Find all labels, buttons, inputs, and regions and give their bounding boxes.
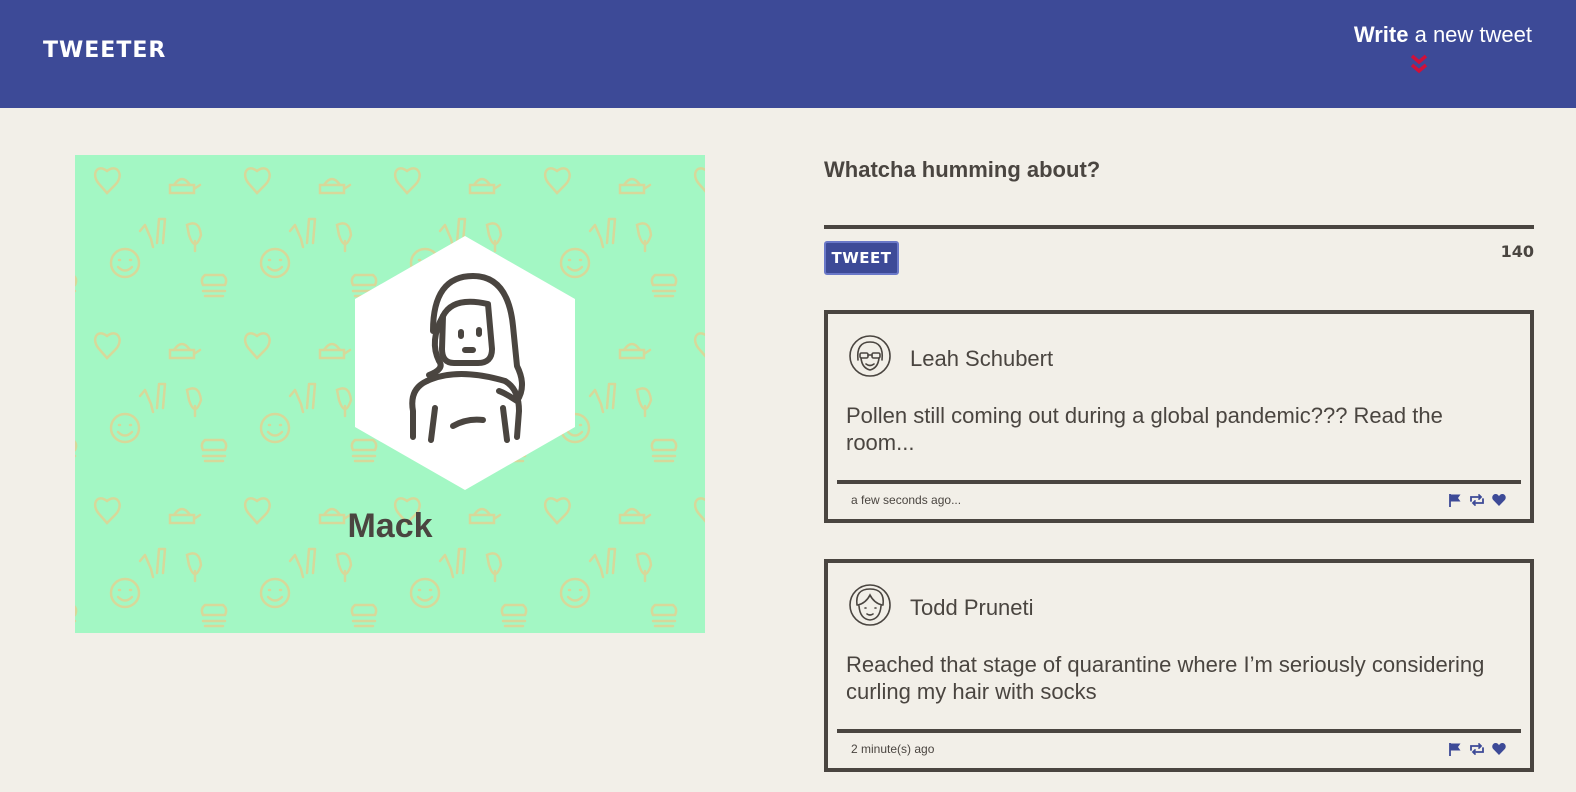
profile-avatar: [355, 236, 575, 490]
retweet-icon[interactable]: [1469, 741, 1485, 757]
navbar: TWEETER Write a new tweet: [0, 0, 1576, 108]
profile-card: Mack: [75, 155, 705, 633]
tweet-card: Todd Pruneti Reached that stage of quara…: [824, 559, 1534, 772]
tweet-body: Pollen still coming out during a global …: [846, 403, 1443, 455]
tweet-card: Leah Schubert Pollen still coming out du…: [824, 310, 1534, 523]
flag-icon[interactable]: [1447, 741, 1463, 757]
tweet-submit-button[interactable]: TWEET: [824, 241, 899, 275]
tweet-footer: 2 minute(s) ago: [837, 729, 1521, 763]
double-chevron-down-icon[interactable]: [1409, 54, 1429, 76]
tweet-text-input[interactable]: [824, 191, 1534, 229]
tweet-actions: [1447, 492, 1507, 508]
write-tweet-rest: a new tweet: [1408, 22, 1532, 47]
tweet-body: Reached that stage of quarantine where I…: [846, 652, 1485, 704]
write-tweet-bold: Write: [1353, 22, 1409, 47]
flag-icon[interactable]: [1447, 492, 1463, 508]
tweet-author[interactable]: Todd Pruneti: [910, 595, 1034, 621]
brand-logo[interactable]: TWEETER: [43, 38, 166, 63]
heart-icon[interactable]: [1491, 741, 1507, 757]
tweet-actions: [1447, 741, 1507, 757]
tweet-footer: a few seconds ago...: [837, 480, 1521, 514]
profile-name: Mack: [347, 507, 433, 545]
tweet-timestamp: 2 minute(s) ago: [851, 742, 935, 756]
heart-icon[interactable]: [1491, 492, 1507, 508]
tweet-timestamp: a few seconds ago...: [851, 493, 962, 507]
character-counter: 140: [1500, 242, 1534, 261]
write-tweet-label[interactable]: Write a new tweet: [1354, 22, 1532, 47]
avatar-woman-sunglasses-icon: [849, 335, 891, 377]
tweet-author[interactable]: Leah Schubert: [910, 346, 1053, 372]
avatar-man-icon: [849, 584, 891, 626]
retweet-icon[interactable]: [1469, 492, 1485, 508]
compose-prompt: Whatcha humming about?: [824, 157, 1101, 182]
write-tweet-toggle[interactable]: Write a new tweet: [1332, 22, 1532, 82]
